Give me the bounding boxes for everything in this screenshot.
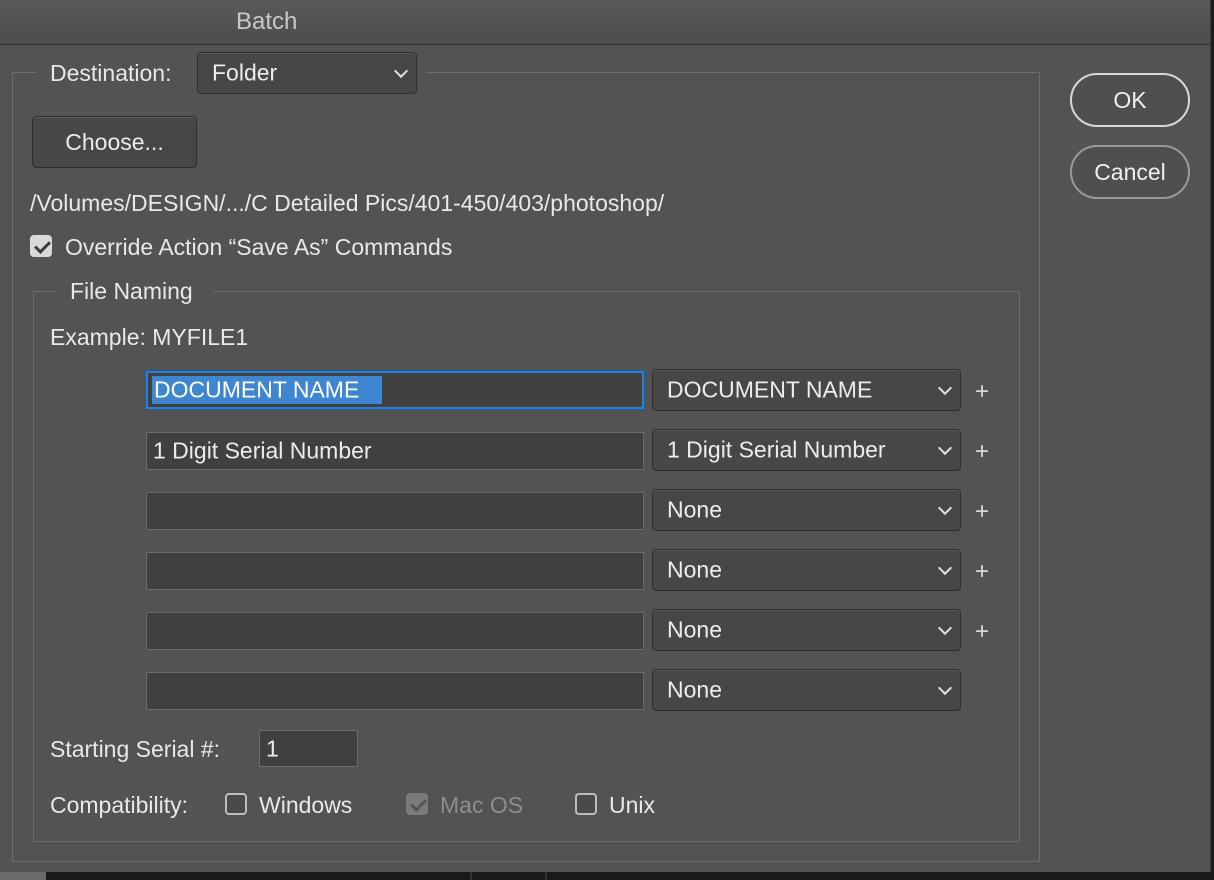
chevron-down-icon — [393, 63, 409, 79]
naming-example: Example: MYFILE1 — [50, 324, 249, 350]
windows-label[interactable]: Windows — [259, 792, 352, 819]
naming-select-2[interactable]: 1 Digit Serial Number — [652, 429, 961, 471]
add-row-plus-icon[interactable]: + — [975, 378, 989, 406]
naming-select-5[interactable]: None — [652, 609, 961, 651]
add-row-plus-icon[interactable]: + — [975, 498, 989, 526]
cancel-button[interactable]: Cancel — [1070, 145, 1190, 199]
chevron-down-icon — [937, 500, 953, 516]
unix-checkbox[interactable] — [575, 793, 597, 815]
naming-field-6[interactable] — [146, 672, 644, 710]
mac-os-checkbox — [406, 793, 428, 815]
background-strip — [0, 872, 1214, 880]
choose-button[interactable]: Choose... — [32, 116, 197, 168]
ok-button[interactable]: OK — [1070, 73, 1190, 127]
destination-label: Destination: — [50, 60, 172, 86]
title-bar[interactable]: Batch — [0, 0, 1210, 45]
add-row-plus-icon[interactable]: + — [975, 558, 989, 586]
naming-select-4[interactable]: None — [652, 549, 961, 591]
batch-dialog: Batch Destination: Folder Choose... /Vol… — [0, 0, 1211, 873]
starting-serial-input[interactable]: 1 — [259, 730, 358, 767]
naming-field-2[interactable]: 1 Digit Serial Number — [146, 432, 644, 470]
windows-checkbox[interactable] — [225, 793, 247, 815]
naming-select-6[interactable]: None — [652, 669, 961, 711]
naming-field-5[interactable] — [146, 612, 644, 650]
chevron-down-icon — [937, 440, 953, 456]
chevron-down-icon — [937, 680, 953, 696]
naming-field-1[interactable]: DOCUMENT NAME — [146, 371, 644, 409]
destination-select[interactable]: Folder — [197, 52, 417, 94]
override-save-as-label[interactable]: Override Action “Save As” Commands — [65, 234, 452, 261]
starting-serial-label: Starting Serial #: — [50, 736, 221, 762]
naming-field-3[interactable] — [146, 492, 644, 530]
window-title: Batch — [236, 8, 298, 35]
file-naming-legend: File Naming — [70, 278, 193, 304]
compatibility-label: Compatibility: — [50, 792, 189, 818]
override-save-as-checkbox[interactable] — [30, 235, 52, 257]
naming-field-4[interactable] — [146, 552, 644, 590]
naming-select-1[interactable]: DOCUMENT NAME — [652, 369, 961, 411]
destination-path: /Volumes/DESIGN/.../C Detailed Pics/401-… — [30, 190, 665, 216]
add-row-plus-icon[interactable]: + — [975, 618, 989, 646]
add-row-plus-icon[interactable]: + — [975, 438, 989, 466]
mac-os-label: Mac OS — [440, 792, 524, 818]
naming-select-3[interactable]: None — [652, 489, 961, 531]
chevron-down-icon — [937, 560, 953, 576]
unix-label[interactable]: Unix — [609, 792, 655, 819]
chevron-down-icon — [937, 620, 953, 636]
chevron-down-icon — [937, 380, 953, 396]
